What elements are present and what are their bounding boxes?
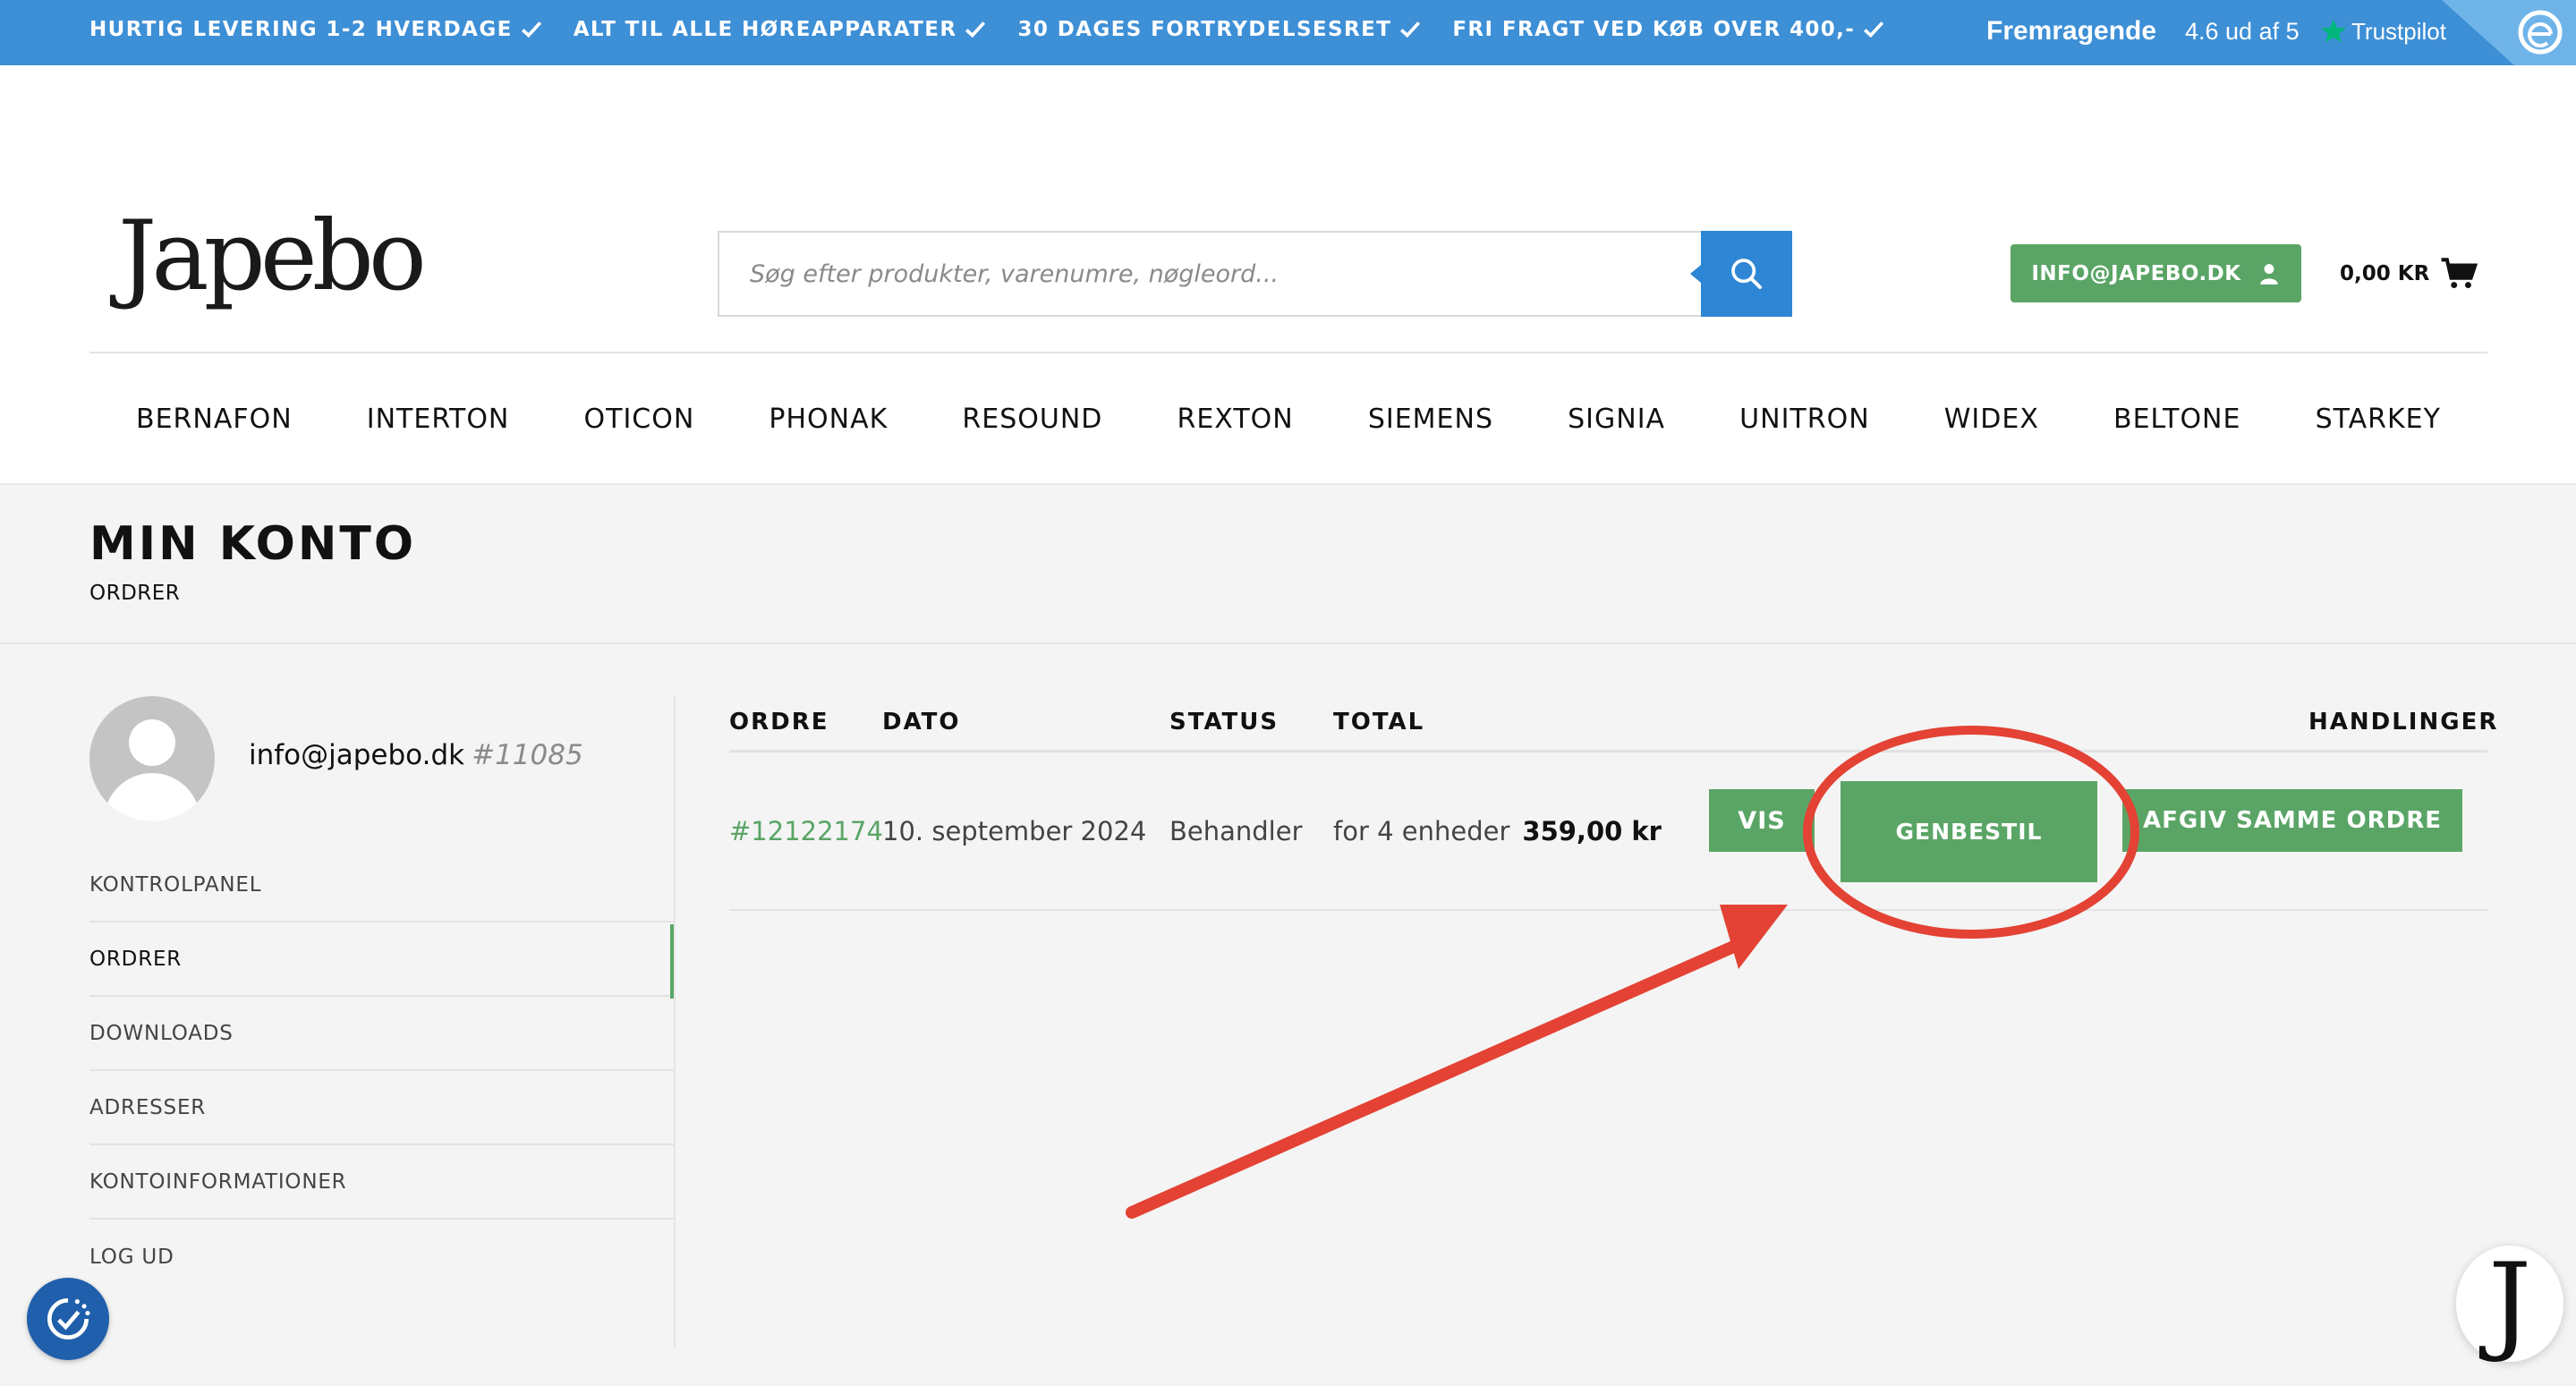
brand-nav-item[interactable]: RESOUND	[962, 404, 1102, 435]
site-header: Japebo INFO@JAPEBO.DK 0,00 KR BERNAFON I…	[0, 65, 2576, 483]
account-label: INFO@JAPEBO.DK	[2031, 261, 2241, 285]
cart-icon	[2441, 258, 2478, 289]
account-menu-item-orders[interactable]: ORDRER	[89, 923, 675, 999]
order-amount: 359,00 kr	[1522, 816, 1662, 846]
usp-item: 30 DAGES FORTRYDELSESRET	[1017, 18, 1422, 41]
column-header-total: TOTAL	[1333, 709, 1425, 736]
column-header-order: ORDRE	[729, 709, 829, 736]
cart-button[interactable]: 0,00 KR	[2340, 251, 2479, 296]
usp-item: ALT TIL ALLE HØREAPPARATER	[574, 18, 988, 41]
brand-nav-item[interactable]: INTERTON	[367, 404, 510, 435]
breadcrumb[interactable]: ORDRER	[89, 582, 180, 605]
trustpilot-score[interactable]: 4.6 ud af 5	[2185, 0, 2300, 63]
brand-nav-item[interactable]: PHONAK	[769, 404, 888, 435]
usp-label: FRI FRAGT VED KØB OVER 400,-	[1452, 18, 1856, 41]
pointer-arrowhead	[1720, 905, 1788, 969]
checkmark-icon	[521, 21, 541, 38]
search-button[interactable]	[1690, 231, 1792, 317]
account-menu-item-logout[interactable]: LOG UD	[89, 1220, 675, 1294]
checkmark-icon	[965, 21, 986, 38]
brand-nav-item[interactable]: BERNAFON	[136, 404, 293, 435]
order-total: for 4 enheder 359,00 kr	[1333, 816, 1662, 846]
brand-nav-item[interactable]: BELTONE	[2113, 404, 2240, 435]
user-info: info@japebo.dk #11085	[249, 739, 583, 771]
brand-nav-item[interactable]: STARKEY	[2316, 404, 2441, 435]
user-id: #11085	[472, 739, 583, 771]
chat-widget-button[interactable]: J	[2456, 1246, 2563, 1362]
account-menu-item-account-details[interactable]: KONTOINFORMATIONER	[89, 1145, 675, 1220]
search-box	[718, 231, 1792, 317]
account-menu: KONTROLPANEL ORDRER DOWNLOADS ADRESSER K…	[89, 848, 675, 1294]
trustpilot-rating-word[interactable]: Fremragende	[1986, 0, 2156, 63]
usp-item: HURTIG LEVERING 1-2 HVERDAGE	[89, 18, 543, 41]
search-input[interactable]	[719, 233, 1703, 315]
accessibility-button[interactable]	[27, 1278, 109, 1360]
column-header-actions: HANDLINGER	[2308, 709, 2499, 736]
table-header-divider	[729, 750, 2487, 753]
account-menu-item-downloads[interactable]: DOWNLOADS	[89, 997, 675, 1071]
brand-nav-item[interactable]: OTICON	[584, 404, 695, 435]
order-date: 10. september 2024	[882, 816, 1147, 846]
brand-nav-item[interactable]: UNITRON	[1739, 404, 1869, 435]
account-menu-item-dashboard[interactable]: KONTROLPANEL	[89, 848, 675, 923]
brand-nav: BERNAFON INTERTON OTICON PHONAK RESOUND …	[89, 392, 2487, 446]
reorder-button[interactable]: GENBESTIL	[1841, 781, 2097, 882]
same-order-button[interactable]: AFGIV SAMME ORDRE	[2122, 789, 2462, 852]
usp-bar: HURTIG LEVERING 1-2 HVERDAGE ALT TIL ALL…	[0, 0, 2576, 65]
site-logo[interactable]: Japebo	[118, 208, 427, 305]
checkmark-icon	[1864, 21, 1884, 38]
user-email: info@japebo.dk	[249, 739, 465, 771]
account-menu-item-addresses[interactable]: ADRESSER	[89, 1071, 675, 1145]
cart-total: 0,00 KR	[2340, 262, 2430, 285]
order-units: for 4 enheder	[1333, 816, 1510, 846]
header-divider	[89, 352, 2487, 353]
usp-item: FRI FRAGT VED KØB OVER 400,-	[1452, 18, 1885, 41]
checkmark-icon	[1400, 21, 1421, 38]
sidebar-divider	[674, 696, 676, 1349]
usp-label: 30 DAGES FORTRYDELSESRET	[1017, 18, 1392, 41]
user-icon	[2259, 263, 2278, 285]
brand-nav-item[interactable]: SIGNIA	[1568, 404, 1665, 435]
trustpilot-brand: Trustpilot	[2351, 17, 2446, 45]
pointer-arrow-shaft	[1126, 931, 1760, 1219]
usp-label: ALT TIL ALLE HØREAPPARATER	[573, 18, 957, 41]
brand-nav-item[interactable]: WIDEX	[1944, 404, 2039, 435]
page-title: MIN KONTO	[89, 517, 417, 571]
usp-list: HURTIG LEVERING 1-2 HVERDAGE ALT TIL ALL…	[89, 0, 1885, 59]
usp-label: HURTIG LEVERING 1-2 HVERDAGE	[89, 18, 513, 41]
chat-letter: J	[2487, 1241, 2532, 1365]
accessibility-icon	[47, 1298, 90, 1339]
order-status: Behandler	[1169, 816, 1303, 846]
trustpilot-logo[interactable]: Trustpilot	[2319, 0, 2446, 63]
column-header-status: STATUS	[1169, 709, 1279, 736]
brand-nav-item[interactable]: REXTON	[1177, 404, 1294, 435]
order-number-link[interactable]: #12122174	[729, 816, 883, 846]
column-header-date: DATO	[882, 709, 961, 736]
search-icon	[1731, 259, 1762, 289]
table-row-divider	[729, 909, 2487, 911]
star-icon	[2321, 19, 2346, 43]
brand-nav-item[interactable]: SIEMENS	[1368, 404, 1493, 435]
view-order-button[interactable]: VIS	[1709, 789, 1815, 852]
account-button[interactable]: INFO@JAPEBO.DK	[2011, 244, 2301, 302]
avatar	[89, 696, 215, 821]
page-title-band: MIN KONTO ORDRER	[0, 483, 2576, 644]
